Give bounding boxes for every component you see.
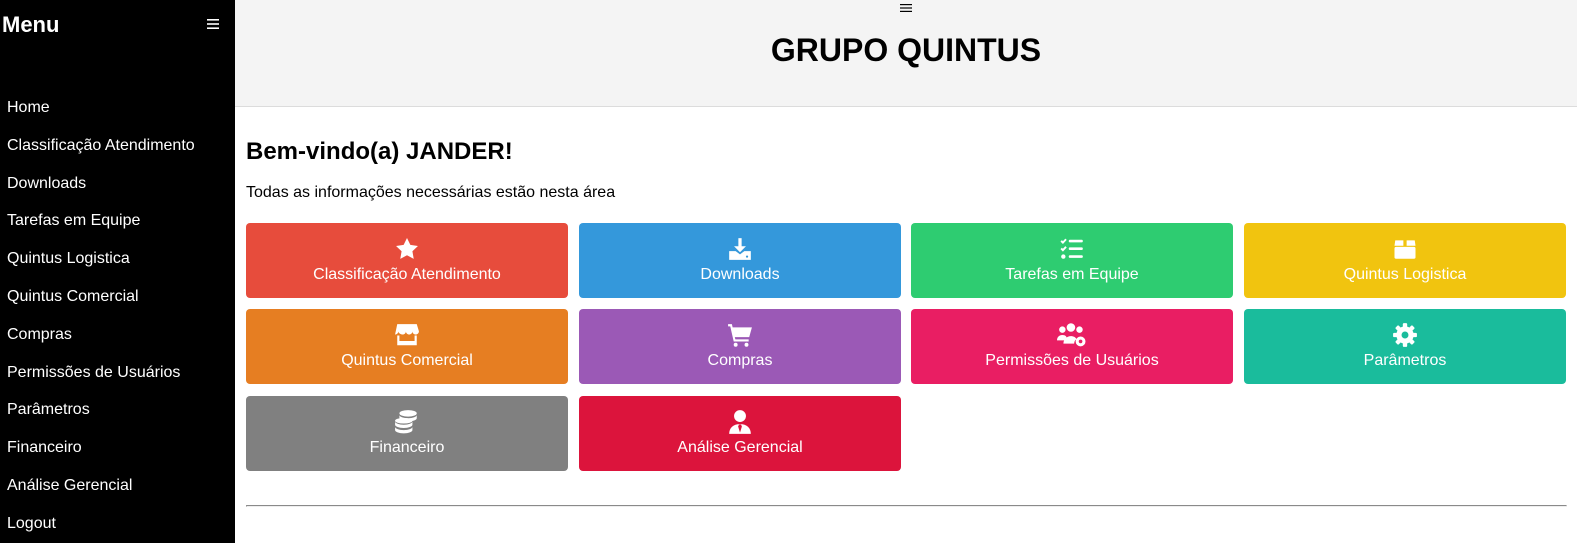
- tile-label: Compras: [707, 352, 773, 369]
- tasks-icon: [911, 236, 1233, 262]
- tile-tarefas-em-equipe[interactable]: Tarefas em Equipe: [911, 223, 1233, 298]
- coins-icon: [246, 409, 568, 435]
- main-content: GRUPO QUINTUS Bem-vindo(a) JANDER! Todas…: [235, 0, 1577, 543]
- tile-classificacao-atendimento[interactable]: Classificação Atendimento: [246, 223, 568, 298]
- star-icon: [246, 236, 568, 262]
- gear-icon: [1244, 322, 1566, 348]
- sidebar-item-parametros[interactable]: Parâmetros: [0, 391, 235, 429]
- sidebar-item-compras[interactable]: Compras: [0, 316, 235, 354]
- hamburger-icon[interactable]: [899, 0, 913, 12]
- tile-permissoes-de-usuarios[interactable]: Permissões de Usuários: [911, 309, 1233, 384]
- welcome-subtitle: Todas as informações necessárias estão n…: [246, 184, 616, 201]
- sidebar-item-quintus-logistica[interactable]: Quintus Logistica: [0, 240, 235, 278]
- top-header: GRUPO QUINTUS: [235, 0, 1577, 107]
- tile-downloads[interactable]: Downloads: [579, 223, 901, 298]
- tile-label: Downloads: [700, 266, 780, 283]
- sidebar-item-permissoes-de-usuarios[interactable]: Permissões de Usuários: [0, 354, 235, 392]
- store-icon: [246, 322, 568, 348]
- sidebar-item-downloads[interactable]: Downloads: [0, 165, 235, 203]
- sidebar-item-financeiro[interactable]: Financeiro: [0, 429, 235, 467]
- tile-label: Tarefas em Equipe: [1005, 266, 1139, 283]
- box-icon: [1244, 236, 1566, 262]
- tile-parametros[interactable]: Parâmetros: [1244, 309, 1566, 384]
- tile-compras[interactable]: Compras: [579, 309, 901, 384]
- users-gear-icon: [911, 322, 1233, 348]
- tile-quintus-comercial[interactable]: Quintus Comercial: [246, 309, 568, 384]
- sidebar-item-analise-gerencial[interactable]: Análise Gerencial: [0, 467, 235, 505]
- site-title: GRUPO QUINTUS: [770, 32, 1042, 68]
- sidebar-title: Menu: [2, 12, 60, 37]
- sidebar-item-quintus-comercial[interactable]: Quintus Comercial: [0, 278, 235, 316]
- tile-label: Permissões de Usuários: [985, 352, 1159, 369]
- tile-label: Quintus Logistica: [1343, 266, 1467, 283]
- cart-icon: [579, 322, 901, 348]
- sidebar-item-logout[interactable]: Logout: [0, 505, 235, 543]
- welcome-heading: Bem-vindo(a) JANDER!: [246, 138, 513, 165]
- sidebar-header: Menu: [0, 0, 235, 60]
- tile-financeiro[interactable]: Financeiro: [246, 396, 568, 471]
- tile-analise-gerencial[interactable]: Análise Gerencial: [579, 396, 901, 471]
- sidebar-item-classificacao-atendimento[interactable]: Classificação Atendimento: [0, 127, 235, 165]
- tile-label: Parâmetros: [1363, 352, 1447, 369]
- user-tie-icon: [579, 409, 901, 435]
- sidebar-nav: Home Classificação Atendimento Downloads…: [0, 89, 235, 543]
- download-icon: [579, 236, 901, 262]
- sidebar: Menu Home Classificação Atendimento Down…: [0, 0, 235, 543]
- tile-label: Financeiro: [369, 439, 445, 456]
- tile-label: Quintus Comercial: [341, 352, 473, 369]
- hamburger-icon[interactable]: [205, 16, 221, 32]
- sidebar-item-tarefas-em-equipe[interactable]: Tarefas em Equipe: [0, 202, 235, 240]
- tile-quintus-logistica[interactable]: Quintus Logistica: [1244, 223, 1566, 298]
- tile-label: Classificação Atendimento: [313, 266, 501, 283]
- divider: [246, 505, 1567, 507]
- tile-label: Análise Gerencial: [677, 439, 803, 456]
- sidebar-item-home[interactable]: Home: [0, 89, 235, 127]
